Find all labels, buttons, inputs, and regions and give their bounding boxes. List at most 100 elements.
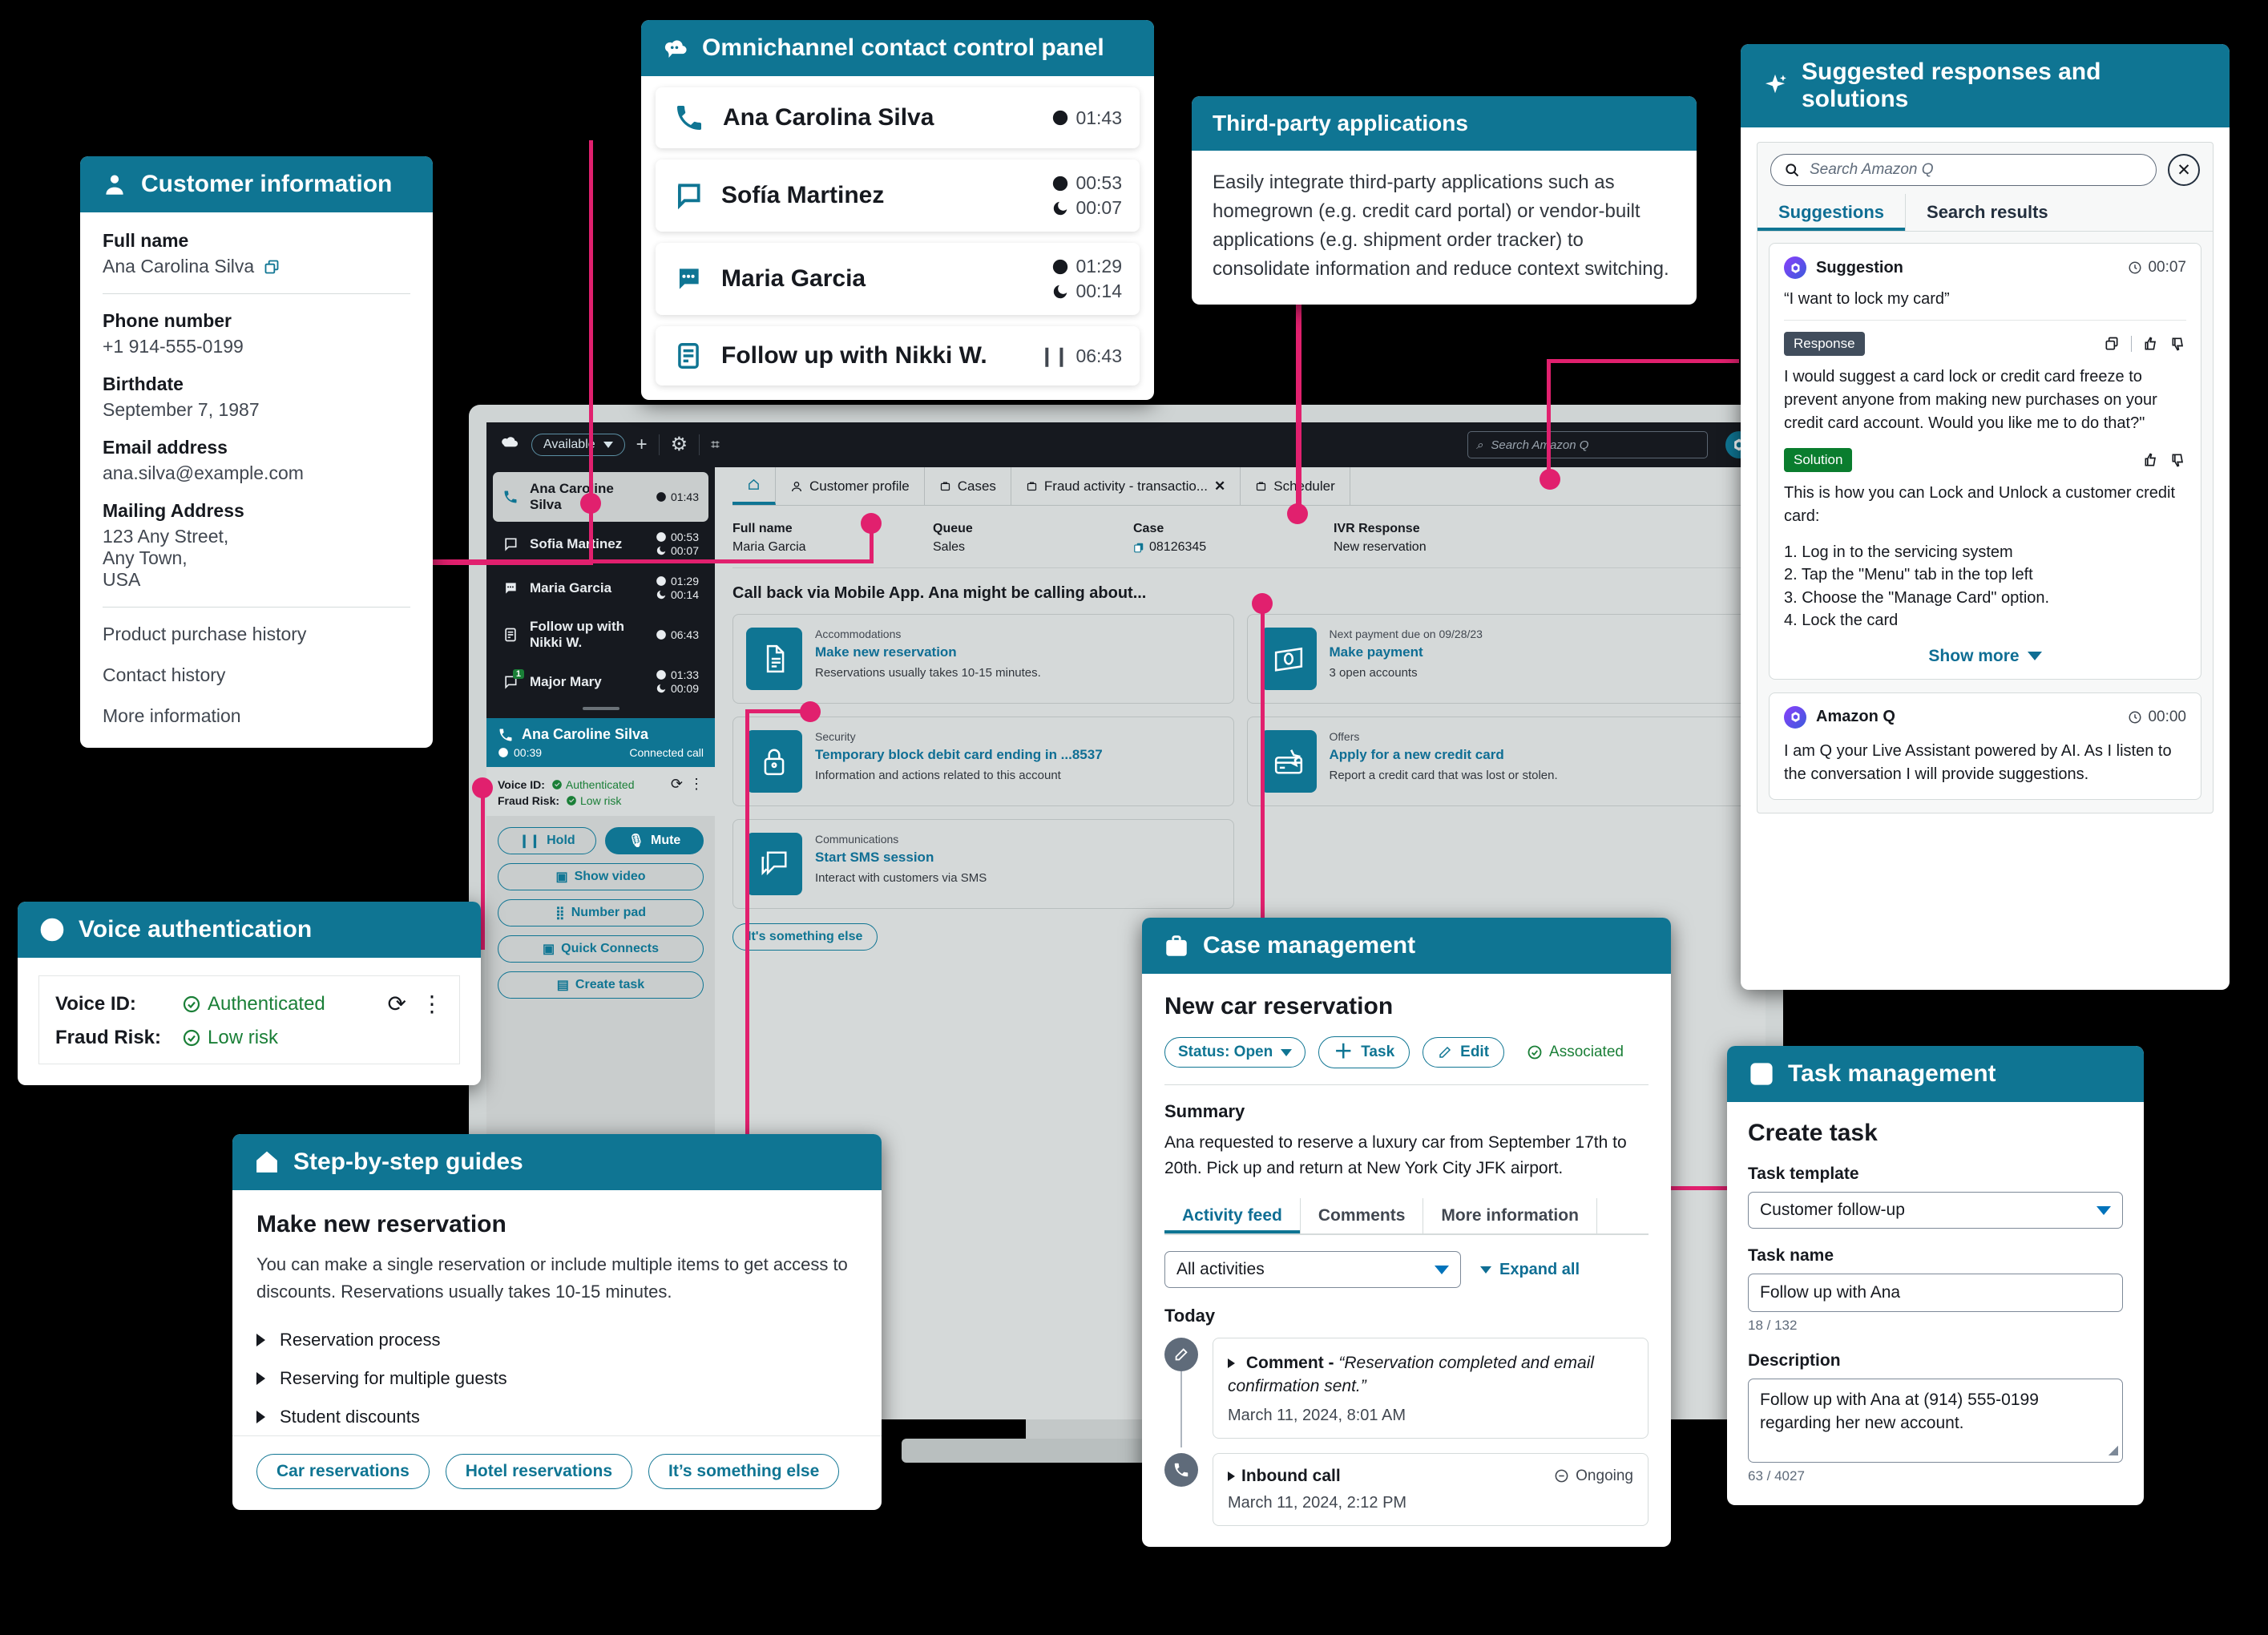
amazon-q-search-input[interactable]: ⌕ Search Amazon Q: [1467, 431, 1708, 458]
step-by-step-guides-panel: Step-by-step guides Make new reservation…: [232, 1134, 882, 1511]
activity-title: Inbound call: [1241, 1466, 1341, 1485]
tab-search-results[interactable]: Search results: [1906, 194, 2069, 231]
task-name-input[interactable]: Follow up with Ana: [1748, 1274, 2123, 1312]
guide-item-2[interactable]: Student discounts: [256, 1407, 858, 1427]
car-reservations-button[interactable]: Car reservations: [256, 1454, 430, 1490]
ccp-contact-4[interactable]: 1 Major Mary 01:33 00:09: [493, 660, 708, 704]
ccp-contact-3[interactable]: Follow up with Nikki W. 06:43: [493, 610, 708, 660]
tab-home[interactable]: [732, 467, 776, 505]
add-icon[interactable]: +: [636, 435, 648, 454]
guides-items: Reservation process Reserving for multip…: [256, 1330, 858, 1427]
guide-item-1[interactable]: Reserving for multiple guests: [256, 1368, 858, 1389]
copy-icon[interactable]: [2104, 336, 2120, 352]
card-start-sms-session[interactable]: Communications Start SMS session Interac…: [732, 819, 1234, 909]
guide-item-0[interactable]: Reservation process: [256, 1330, 858, 1350]
its-something-else-button[interactable]: It's something else: [732, 923, 878, 951]
quick-connects-button[interactable]: ▣ Quick Connects: [498, 935, 704, 963]
thumbs-down-icon[interactable]: [2170, 336, 2186, 352]
connector-case-v: [1261, 601, 1265, 962]
refresh-icon[interactable]: ⟳: [388, 991, 406, 1017]
omni-contact-timers: 00:53 00:07: [1051, 172, 1122, 219]
attribute-label: Queue: [933, 522, 973, 535]
tab-label: Cases: [957, 478, 996, 494]
suggestion-author: Suggestion: [1816, 258, 1903, 277]
unread-badge: 1: [512, 668, 524, 679]
create-task-button[interactable]: ▤ Create task: [498, 971, 704, 999]
card-make-payment[interactable]: Next payment due on 09/28/23 Make paymen…: [1246, 614, 1748, 704]
show-more-button[interactable]: Show more: [1784, 647, 2186, 666]
thumbs-up-icon[interactable]: [2143, 452, 2159, 468]
card-title[interactable]: Make new reservation: [815, 644, 1041, 660]
task-name-counter: 18 / 132: [1748, 1318, 1798, 1333]
resize-handle[interactable]: [582, 707, 619, 710]
tab-suggestions[interactable]: Suggestions: [1757, 194, 1907, 231]
more-options-icon[interactable]: ⋮: [689, 776, 704, 793]
add-task-button[interactable]: ＋ Task: [1318, 1036, 1410, 1068]
tab-comments[interactable]: Comments: [1301, 1198, 1424, 1233]
expand-all-button[interactable]: Expand all: [1480, 1261, 1580, 1279]
hotel-reservations-button[interactable]: Hotel reservations: [445, 1454, 633, 1490]
omni-contact-2[interactable]: Maria Garcia 01:29 00:14: [656, 243, 1140, 315]
its-something-else-button[interactable]: It’s something else: [648, 1454, 840, 1490]
activity-card[interactable]: Inbound call Ongoing March 11, 2024, 2:1…: [1213, 1452, 1649, 1526]
card-make-new-reservation[interactable]: Accommodations Make new reservation Rese…: [732, 614, 1234, 704]
tab-cases[interactable]: Cases: [925, 467, 1011, 505]
field-birthdate: Birthdate September 7, 1987: [103, 373, 410, 421]
card-title[interactable]: Start SMS session: [815, 850, 987, 866]
omni-contact-0[interactable]: Ana Carolina Silva 01:43: [656, 87, 1140, 148]
ccp-contact-0[interactable]: Ana Caroline Silva 01:43: [493, 472, 708, 522]
copy-icon[interactable]: [264, 259, 280, 275]
close-icon[interactable]: ✕: [1214, 478, 1225, 495]
number-pad-button[interactable]: ⣿ Number pad: [498, 899, 704, 926]
card-title[interactable]: Apply for a new credit card: [1330, 747, 1558, 763]
link-more-information[interactable]: More information: [103, 705, 410, 727]
card-apply-credit-card[interactable]: Offers Apply for a new credit card Repor…: [1246, 717, 1748, 806]
activity-card[interactable]: Comment - “Reservation completed and ema…: [1213, 1338, 1649, 1439]
resize-handle[interactable]: ◢: [2109, 1442, 2118, 1459]
tab-fraud-activity[interactable]: Fraud activity - transactio... ✕: [1011, 467, 1241, 505]
close-icon[interactable]: ✕: [2168, 154, 2200, 186]
dialpad-icon: ⣿: [555, 906, 565, 920]
tab-activity-feed[interactable]: Activity feed: [1164, 1198, 1301, 1233]
show-video-button[interactable]: ▣ Show video: [498, 863, 704, 890]
description-textarea[interactable]: Follow up with Ana at (914) 555-0199 reg…: [1748, 1379, 2123, 1463]
ccp-contact-2[interactable]: Maria Garcia 01:29 00:14: [493, 566, 708, 610]
copy-icon[interactable]: [1133, 542, 1144, 553]
attribute-ivr-response: IVR Response New reservation: [1334, 522, 1534, 555]
dialpad-icon[interactable]: ⌗: [711, 438, 720, 453]
status-label: Ongoing: [1576, 1467, 1633, 1484]
tab-customer-profile[interactable]: Customer profile: [776, 467, 925, 505]
case-tabs: Activity feed Comments More information: [1164, 1198, 1649, 1235]
mute-button[interactable]: 🎙 Mute: [605, 827, 704, 854]
gear-icon[interactable]: ⚙: [671, 435, 688, 454]
q-search-input[interactable]: Search Amazon Q: [1770, 154, 2157, 186]
availability-status[interactable]: Available: [531, 434, 625, 456]
connector-dot-q: [1540, 469, 1560, 490]
check-circle-icon: [567, 796, 576, 805]
task-template-dropdown[interactable]: Customer follow-up: [1748, 1192, 2123, 1229]
refresh-icon[interactable]: ⟳: [671, 776, 683, 793]
edit-button[interactable]: Edit: [1423, 1037, 1505, 1068]
link-contact-history[interactable]: Contact history: [103, 664, 410, 686]
suggested-responses-header: Suggested responses and solutions: [1741, 44, 2230, 127]
omni-contact-3[interactable]: Follow up with Nikki W. ❙❙ 06:43: [656, 326, 1140, 386]
card-title[interactable]: Make payment: [1330, 644, 1483, 660]
activity-filter-dropdown[interactable]: All activities: [1164, 1251, 1461, 1288]
chevron-right-icon: [256, 1334, 265, 1347]
thumbs-up-icon[interactable]: [2143, 336, 2159, 352]
card-title[interactable]: Temporary block debit card ending in ...…: [815, 747, 1103, 763]
ccp-contact-name: Maria Garcia: [530, 579, 612, 595]
task-name-label: Task name: [1748, 1246, 1834, 1265]
hold-button[interactable]: ❙❙ Hold: [498, 827, 596, 854]
check-circle-icon: [40, 918, 64, 942]
thumbs-down-icon[interactable]: [2170, 452, 2186, 468]
case-icon: [1257, 482, 1266, 491]
link-product-purchase-history[interactable]: Product purchase history: [103, 624, 410, 645]
more-options-icon[interactable]: ⋮: [421, 991, 443, 1017]
suggestion-card-header: Suggestion 00:07: [1784, 256, 2186, 279]
tab-more-information[interactable]: More information: [1423, 1198, 1597, 1233]
card-block-debit-card[interactable]: Security Temporary block debit card endi…: [732, 717, 1234, 806]
phone-icon: [504, 490, 517, 503]
omni-contact-1[interactable]: Sofía Martinez 00:53 00:07: [656, 159, 1140, 232]
status-dropdown[interactable]: Status: Open: [1164, 1037, 1306, 1068]
